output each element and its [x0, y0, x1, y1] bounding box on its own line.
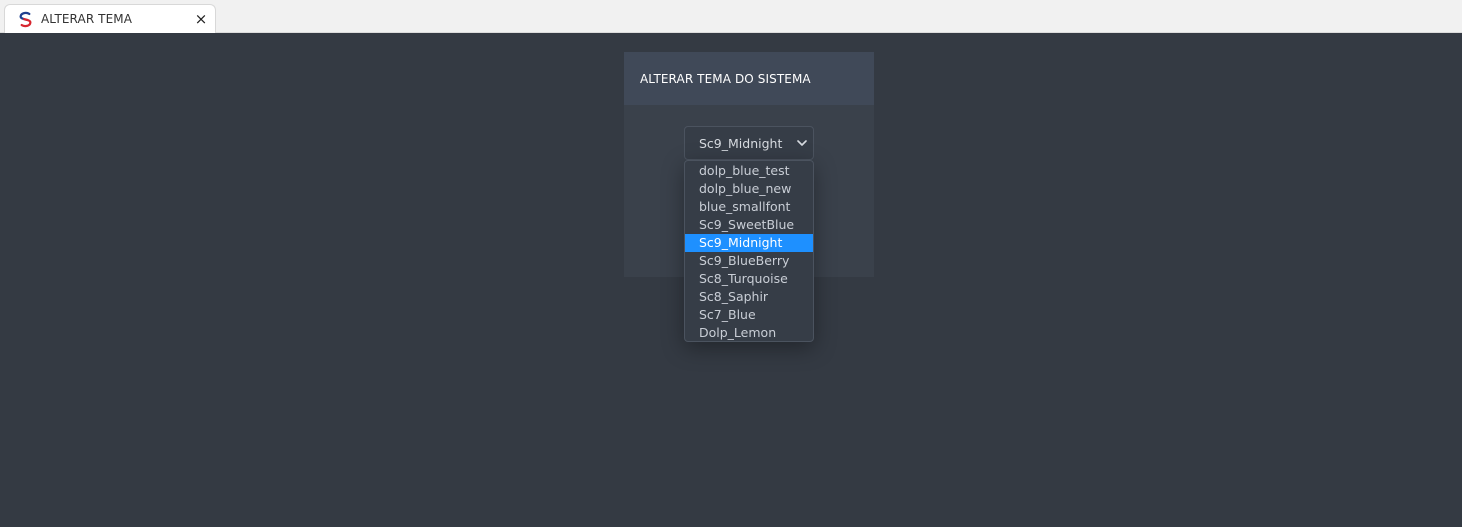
- theme-option[interactable]: blue_smallfont: [685, 198, 813, 216]
- theme-option[interactable]: Sc8_Saphir: [685, 288, 813, 306]
- panel-title: ALTERAR TEMA DO SISTEMA: [640, 72, 811, 86]
- theme-option[interactable]: dolp_blue_test: [685, 162, 813, 180]
- theme-option[interactable]: Sc9_BlueBerry: [685, 252, 813, 270]
- chevron-down-icon: [797, 140, 807, 146]
- app-logo-icon: [19, 11, 32, 28]
- browser-tab-bar: ALTERAR TEMA ×: [0, 0, 1462, 33]
- theme-option[interactable]: Sc7_Blue: [685, 306, 813, 324]
- browser-tab[interactable]: ALTERAR TEMA ×: [4, 4, 216, 33]
- theme-option[interactable]: Dolp_Lemon: [685, 324, 813, 342]
- panel-header: ALTERAR TEMA DO SISTEMA: [624, 52, 874, 105]
- theme-select-value: Sc9_Midnight: [699, 136, 783, 151]
- theme-option[interactable]: Sc8_Turquoise: [685, 270, 813, 288]
- theme-option[interactable]: dolp_blue_new: [685, 180, 813, 198]
- close-icon[interactable]: ×: [193, 11, 209, 27]
- theme-select[interactable]: Sc9_Midnight: [684, 126, 814, 160]
- theme-option-selected[interactable]: Sc9_Midnight: [685, 234, 813, 252]
- theme-option[interactable]: Sc9_SweetBlue: [685, 216, 813, 234]
- theme-dropdown-list: dolp_blue_test dolp_blue_new blue_smallf…: [684, 160, 814, 342]
- tab-title: ALTERAR TEMA: [41, 12, 133, 26]
